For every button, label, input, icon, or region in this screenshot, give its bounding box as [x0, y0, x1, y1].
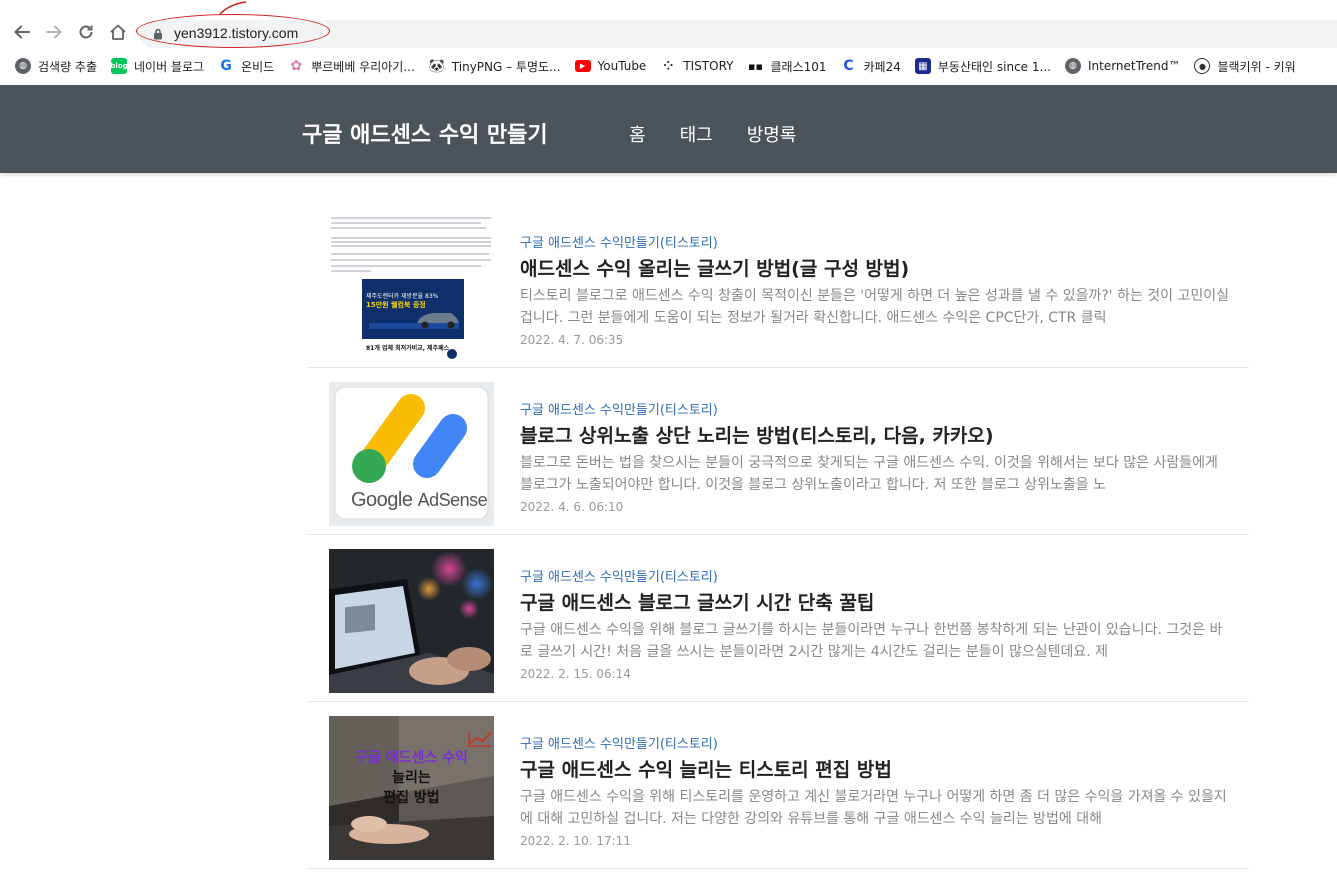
thumb-ad-line1: 제주도렌터카 재방문율 83% [366, 293, 439, 300]
site-header: 구글 애드센스 수익 만들기 홈 태그 방명록 [0, 85, 1337, 173]
bookmark-label: YouTube [597, 59, 647, 73]
grid-icon: ▦ [914, 58, 931, 74]
post-title[interactable]: 구글 애드센스 블로그 글쓰기 시간 단축 꿀팁 [520, 588, 874, 615]
annotation-stroke [219, 1, 247, 15]
post-title[interactable]: 블로그 상위노출 상단 노리는 방법(티스토리, 다음, 카카오) [520, 421, 994, 448]
post-category[interactable]: 구글 애드센스 수익만들기(티스토리) [520, 232, 718, 251]
bookmark-label: 부동산태인 since 1... [937, 59, 1051, 74]
bookmark-item[interactable]: C 카페24 [840, 58, 901, 75]
bookmark-item[interactable]: blog 네이버 블로그 [110, 58, 205, 75]
post-item[interactable]: 구글 애드센스 수익 늘리는 편집 방법 구글 애드센스 수익만들기(티스토리)… [308, 702, 1249, 869]
back-arrow-icon [14, 25, 30, 39]
thumb-google-text: Google [351, 489, 413, 511]
reload-button[interactable] [74, 20, 98, 44]
bookmark-label: 온비드 [241, 59, 275, 74]
globe-icon: ◍ [15, 58, 31, 74]
forward-button[interactable] [42, 20, 66, 44]
bookmark-label: 카페24 [863, 59, 901, 74]
post-category[interactable]: 구글 애드센스 수익만들기(티스토리) [520, 566, 718, 585]
post-thumbnail[interactable] [329, 549, 494, 693]
tistory-icon: ⁘ [660, 58, 677, 74]
thumb-ad-line3: 81개 업체 최저가비교, 제주패스 [366, 345, 450, 352]
bookmark-item[interactable]: ▪▪ 클래스101 [747, 58, 827, 75]
url-text: yen3912.tistory.com [174, 25, 299, 41]
post-excerpt: 구글 애드센스 수익을 위해 블로그 글쓰기를 하시는 분들이라면 누구나 한번… [520, 622, 1223, 660]
site-title[interactable]: 구글 애드센스 수익 만들기 [302, 117, 548, 149]
bookmark-item[interactable]: ◍ InternetTrend™ [1064, 58, 1181, 74]
thumbnail-image [331, 217, 491, 359]
post-title[interactable]: 구글 애드센스 수익 늘리는 티스토리 편집 방법 [520, 755, 892, 782]
menu-item-tag[interactable]: 태그 [680, 121, 713, 147]
onbid-icon: G [218, 58, 235, 74]
cafe24-icon: C [840, 58, 857, 74]
site-menu: 홈 태그 방명록 [629, 121, 796, 147]
post-excerpt: 티스토리 블로그로 애드센스 수익 창출이 목적이신 분들은 '어떻게 하면 더… [520, 288, 1230, 326]
bookmark-item[interactable]: 🐼 TinyPNG – 투명도... [429, 58, 561, 75]
bookmark-item[interactable]: ● 블랙키위 - 키워 [1194, 58, 1296, 75]
post-thumbnail[interactable]: Google AdSense [329, 382, 494, 526]
home-button[interactable] [106, 20, 130, 44]
forward-arrow-icon [46, 25, 62, 39]
bookmark-label: 블랙키위 - 키워 [1217, 59, 1296, 74]
post-date: 2022. 2. 15. 06:14 [520, 667, 631, 681]
post-excerpt: 구글 애드센스 수익을 위해 티스토리를 운영하고 계신 블로거라면 누구나 어… [520, 789, 1227, 827]
bookmark-label: 뿌르베베 우리아기... [311, 59, 415, 74]
bookmark-label: 네이버 블로그 [134, 59, 205, 74]
reload-icon [79, 25, 93, 39]
class101-icon: ▪▪ [747, 58, 764, 74]
bookmark-item[interactable]: ✿ 뿌르베베 우리아기... [288, 58, 415, 75]
bookmark-label: TISTORY [683, 59, 734, 73]
post-thumbnail[interactable]: 구글 애드센스 수익 늘리는 편집 방법 [329, 716, 494, 860]
lock-icon [154, 28, 162, 40]
post-date: 2022. 2. 10. 17:11 [520, 834, 631, 848]
post-date: 2022. 4. 6. 06:10 [520, 500, 624, 514]
menu-item-home[interactable]: 홈 [629, 121, 646, 147]
address-bar[interactable]: yen3912.tistory.com [140, 20, 1337, 48]
bookmarks-bar: ◍ 검색량 추출 blog 네이버 블로그 G 온비드 ✿ 뿌르베베 우리아기.… [0, 52, 1337, 80]
panda-icon: 🐼 [428, 58, 445, 74]
post-date: 2022. 4. 7. 06:35 [520, 333, 624, 347]
bookmark-label: TinyPNG – 투명도... [451, 59, 561, 74]
post-item[interactable]: 제주도렌터카 재방문율 83% 15만원 웰컴북 증정 81개 업체 최저가비교… [308, 201, 1249, 368]
flower-icon: ✿ [288, 58, 305, 74]
post-thumbnail[interactable]: 제주도렌터카 재방문율 83% 15만원 웰컴북 증정 81개 업체 최저가비교… [329, 215, 494, 359]
post-category[interactable]: 구글 애드센스 수익만들기(티스토리) [520, 399, 718, 418]
post-excerpt: 블로그로 돈버는 법을 찾으시는 분들이 궁극적으로 찾게되는 구글 애드센스 … [520, 455, 1218, 493]
bookmark-label: 검색량 추출 [38, 59, 98, 74]
bookmark-item[interactable]: ▦ 부동산태인 since 1... [914, 58, 1051, 75]
browser-toolbar: yen3912.tistory.com [0, 0, 1337, 50]
naver-blog-icon: blog [110, 58, 128, 74]
thumb-ad-line2: 15만원 웰컴북 증정 [366, 301, 426, 309]
thumb-adsense-text: AdSense [417, 490, 488, 510]
bookmark-label: InternetTrend™ [1087, 59, 1181, 73]
youtube-icon: ▶ [574, 60, 591, 72]
post-item[interactable]: 구글 애드센스 수익만들기(티스토리) 구글 애드센스 블로그 글쓰기 시간 단… [308, 535, 1249, 702]
post-title[interactable]: 애드센스 수익 올리는 글쓰기 방법(글 구성 방법) [520, 254, 909, 281]
blackkiwi-icon: ● [1194, 58, 1211, 74]
bookmark-item[interactable]: ⁘ TISTORY [660, 58, 733, 74]
post-item[interactable]: Google AdSense 구글 애드센스 수익만들기(티스토리) 블로그 상… [308, 368, 1249, 535]
globe-icon: ◍ [1064, 58, 1081, 74]
bookmark-item[interactable]: ◍ 검색량 추출 [15, 58, 97, 75]
post-category[interactable]: 구글 애드센스 수익만들기(티스토리) [520, 733, 718, 752]
thumb-line2: 늘리는 [392, 770, 431, 786]
bookmark-item[interactable]: ▶ YouTube [574, 59, 647, 73]
menu-item-guestbook[interactable]: 방명록 [747, 121, 797, 147]
thumb-line3: 편집 방법 [383, 790, 440, 806]
bookmark-label: 클래스101 [770, 59, 827, 74]
thumb-line1: 구글 애드센스 수익 [355, 750, 468, 766]
bookmark-item[interactable]: G 온비드 [218, 58, 274, 75]
laptop-photo-image [329, 549, 494, 693]
back-button[interactable] [10, 20, 34, 44]
home-icon [110, 24, 126, 40]
